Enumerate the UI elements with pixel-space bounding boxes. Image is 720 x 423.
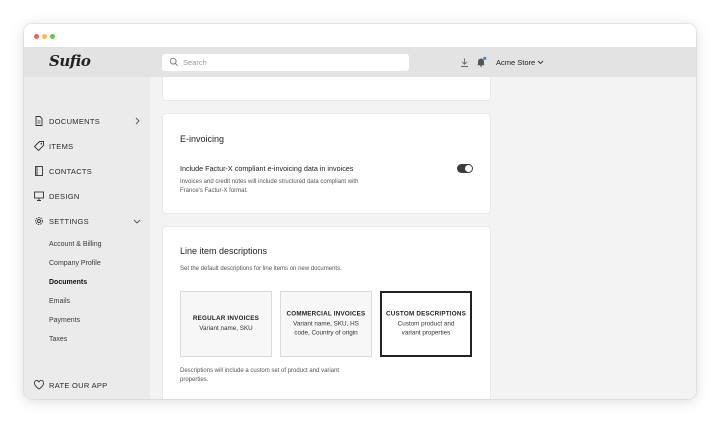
factur-x-toggle-label: Include Factur-X compliant e-invoicing d… [180,164,354,173]
rate-our-app-label: RATE OUR APP [49,380,108,390]
factur-x-toggle[interactable] [457,164,473,173]
option-title: CUSTOM DESCRIPTIONS [386,310,466,318]
previous-settings-card [163,77,490,100]
logo-area: Sufio [24,47,150,77]
heart-icon [34,380,44,390]
gear-icon [35,217,43,225]
chevron-down-icon [133,219,141,224]
option-custom-descriptions[interactable]: CUSTOM DESCRIPTIONS Custom product and v… [380,291,472,357]
sidebar-item-label: CONTACTS [49,166,93,176]
top-bar: Search Acme Store [150,47,696,77]
download-icon[interactable] [459,57,470,68]
settings-sub-payments[interactable]: Payments [49,317,80,324]
contacts-book-icon [35,166,43,176]
sidebar-item-design[interactable]: DESIGN [24,185,150,207]
option-description: Custom product and variant properties [397,320,455,337]
sidebar: Sufio DOCUMENTS ITEMS CONTACTS DESIGN SE… [24,47,150,399]
section-title: Line item descriptions [180,246,268,256]
sidebar-item-settings[interactable]: SETTINGS [24,210,150,232]
option-regular-invoices[interactable]: REGULAR INVOICES Variant name, SKU [180,291,272,357]
store-selector-label[interactable]: Acme Store [496,58,535,67]
search-placeholder: Search [183,58,207,67]
settings-sub-company-profile[interactable]: Company Profile [49,260,101,267]
chevron-down-icon[interactable] [536,58,545,67]
monitor-icon [34,191,44,201]
settings-sub-account-billing[interactable]: Account & Billing [49,241,102,248]
section-title: E-invoicing [180,134,225,144]
settings-sub-emails[interactable]: Emails [49,298,70,305]
line-items-subtitle: Set the default descriptions for line it… [180,266,342,272]
option-commercial-invoices[interactable]: COMMERCIAL INVOICES Variant name, SKU, H… [280,291,372,357]
rate-our-app-link[interactable]: RATE OUR APP [24,374,150,396]
main-content: E-invoicing Include Factur-X compliant e… [150,77,696,399]
sidebar-item-label: SETTINGS [49,216,89,226]
document-icon [35,116,43,126]
e-invoicing-card: E-invoicing Include Factur-X compliant e… [163,114,490,213]
option-title: REGULAR INVOICES [192,315,260,322]
sidebar-item-documents[interactable]: DOCUMENTS [24,110,150,132]
app-window: Sufio DOCUMENTS ITEMS CONTACTS DESIGN SE… [24,24,696,399]
settings-sub-documents[interactable]: Documents [49,279,87,286]
sidebar-item-contacts[interactable]: CONTACTS [24,160,150,182]
line-item-descriptions-card: Line item descriptions Set the default d… [163,227,490,399]
e-invoicing-help-text: Invoices and credit notes will include s… [180,179,359,194]
sidebar-item-items[interactable]: ITEMS [24,135,150,157]
minimize-window-button[interactable] [42,34,47,39]
option-description: Variant name, SKU, HS code, Country of o… [293,320,359,337]
app-logo[interactable]: Sufio [49,52,91,70]
toggle-knob [465,165,472,172]
line-items-help-text: Descriptions will include a custom set o… [180,368,340,383]
tag-icon [33,141,44,152]
search-input[interactable]: Search [162,54,409,71]
maximize-window-button[interactable] [50,34,55,39]
window-titlebar [24,24,696,47]
settings-sub-taxes[interactable]: Taxes [49,336,67,343]
sidebar-item-label: DOCUMENTS [49,116,101,126]
notification-bell-icon[interactable] [475,56,487,68]
chevron-right-icon [135,117,140,125]
close-window-button[interactable] [34,34,39,39]
option-description: Variant name, SKU [199,325,253,332]
search-icon [169,57,179,67]
sidebar-item-label: DESIGN [49,191,80,201]
option-title: COMMERCIAL INVOICES [286,310,366,318]
sidebar-item-label: ITEMS [49,141,74,151]
